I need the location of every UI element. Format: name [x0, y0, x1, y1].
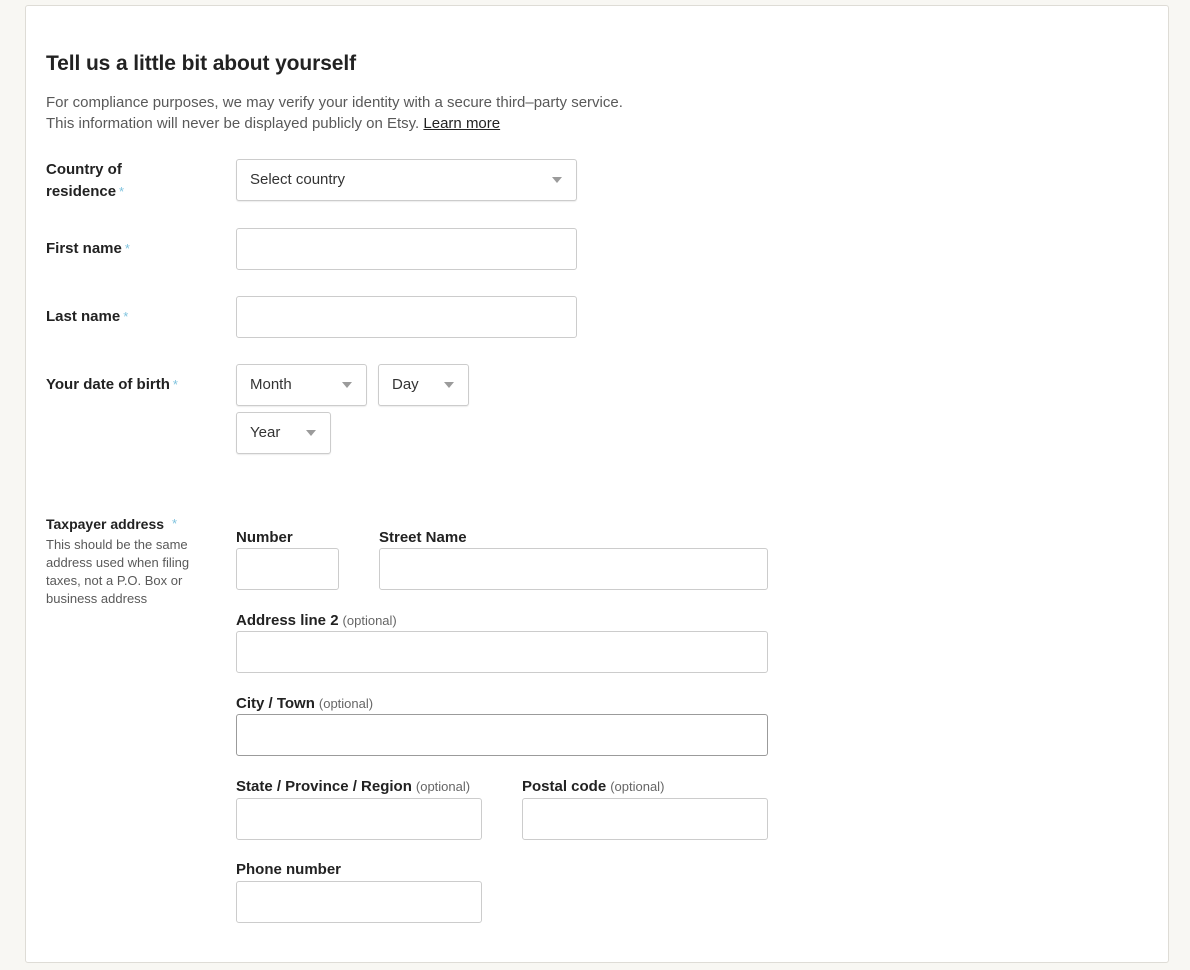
dob-day-select[interactable]: Day — [378, 364, 469, 406]
street-name-label: Street Name — [379, 529, 467, 546]
state-input[interactable] — [236, 798, 482, 840]
intro-line-2: This information will never be displayed… — [46, 115, 501, 132]
taxpayer-address-label: Taxpayer address * — [46, 516, 178, 532]
number-label: Number — [236, 529, 293, 546]
city-label: City / Town (optional) — [236, 695, 374, 712]
learn-more-link[interactable]: Learn more — [423, 115, 500, 132]
postal-code-label: Postal code (optional) — [522, 778, 665, 795]
last-name-label: Last name * — [46, 308, 129, 325]
street-number-input[interactable] — [236, 548, 339, 590]
last-name-input[interactable] — [236, 296, 577, 338]
chevron-down-icon — [306, 430, 316, 436]
state-label: State / Province / Region (optional) — [236, 778, 471, 795]
country-label: Country of residence * — [46, 161, 125, 200]
required-asterisk: * — [172, 516, 178, 531]
phone-number-input[interactable] — [236, 881, 482, 923]
first-name-label: First name * — [46, 240, 130, 257]
required-asterisk: * — [172, 377, 178, 392]
chevron-down-icon — [552, 177, 562, 183]
city-input[interactable] — [236, 714, 768, 756]
street-name-input[interactable] — [379, 548, 768, 590]
postal-code-input[interactable] — [522, 798, 768, 840]
taxpayer-address-hint: This should be the same address used whe… — [46, 537, 190, 606]
dob-month-select[interactable]: Month — [236, 364, 367, 406]
dob-year-select[interactable]: Year — [236, 412, 331, 454]
phone-number-label: Phone number — [236, 861, 342, 878]
required-asterisk: * — [119, 184, 125, 199]
address-line2-input[interactable] — [236, 631, 768, 673]
intro-text: For compliance purposes, we may verify y… — [46, 92, 623, 134]
required-asterisk: * — [123, 309, 129, 324]
intro-line-1: For compliance purposes, we may verify y… — [46, 94, 623, 111]
first-name-input[interactable] — [236, 228, 577, 270]
chevron-down-icon — [342, 382, 352, 388]
dob-label: Your date of birth * — [46, 376, 178, 393]
required-asterisk: * — [124, 241, 130, 256]
about-yourself-card: Tell us a little bit about yourself For … — [25, 5, 1169, 963]
address-line2-label: Address line 2 (optional) — [236, 612, 397, 629]
country-select[interactable]: Select country — [236, 159, 577, 201]
chevron-down-icon — [444, 382, 454, 388]
page-title: Tell us a little bit about yourself — [46, 52, 356, 75]
